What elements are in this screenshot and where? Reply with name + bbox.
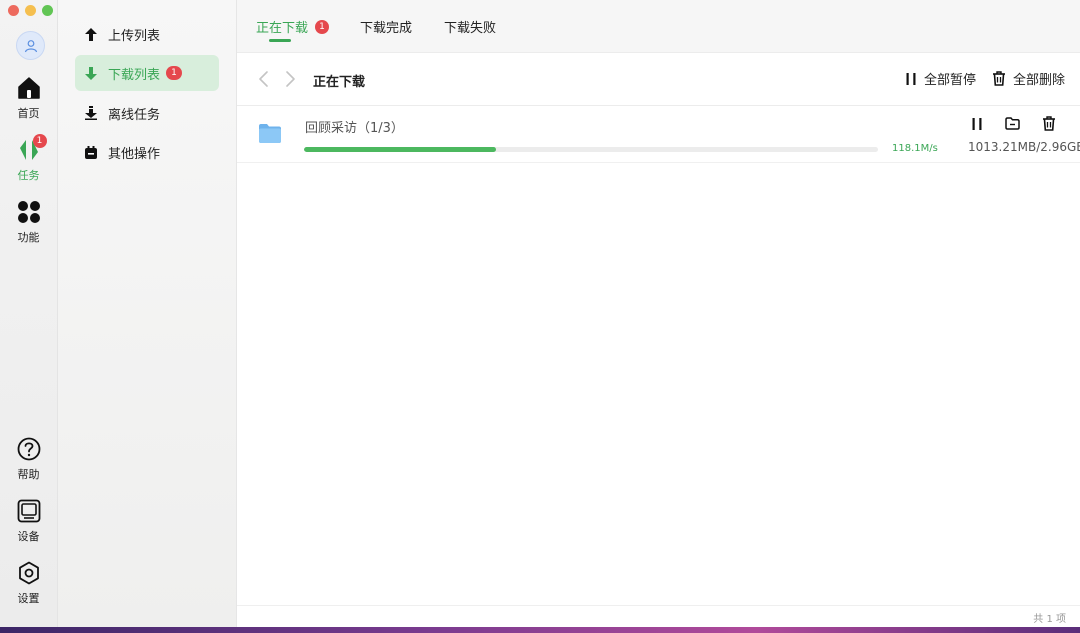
user-icon [24, 39, 37, 52]
tasks-badge: 1 [32, 134, 47, 148]
download-name: 回顾采访（1/3） [305, 121, 404, 136]
active-tab-indicator [269, 39, 291, 42]
offline-download-icon [84, 106, 98, 120]
forward-arrow-icon[interactable] [283, 70, 297, 88]
delete-all-button[interactable]: 全部删除 [992, 69, 1065, 88]
main-panel: 正在下载 1 下载完成 下载失败 正在下载 全部暂停 全部删除 回顾采访（1/3… [237, 0, 1080, 627]
subnav-item-label: 离线任务 [108, 107, 161, 123]
tab-label: 下载完成 [360, 21, 413, 36]
download-row[interactable]: 回顾采访（1/3） 118.1M/s 1013.21MB/2.96GB [237, 106, 1080, 163]
download-list-badge: 1 [166, 66, 183, 80]
transfer-icon: 1 [16, 134, 47, 163]
download-progress-bar [304, 147, 878, 152]
tab-downloading[interactable]: 正在下载 1 [256, 17, 330, 36]
download-size: 1013.21MB/2.96GB [968, 140, 1080, 154]
rail-item-label: 设备 [17, 530, 40, 543]
grid-dots-icon [16, 199, 42, 225]
rail-item-label: 设置 [17, 592, 40, 605]
item-count: 共 1 项 [1033, 614, 1066, 625]
device-icon [16, 498, 42, 524]
pause-icon [906, 72, 916, 85]
subnav-item-label: 上传列表 [108, 28, 161, 44]
downloading-badge: 1 [315, 19, 330, 34]
download-speed: 118.1M/s [892, 143, 938, 154]
rail-item-label: 任务 [17, 169, 40, 182]
rail-item-help[interactable]: 帮助 [0, 436, 57, 482]
pause-all-label: 全部暂停 [924, 73, 977, 88]
help-icon [16, 436, 42, 462]
tab-bar: 正在下载 1 下载完成 下载失败 [237, 0, 1080, 53]
arrow-down-icon [84, 66, 98, 80]
transfer-sidebar: 上传列表 下载列表 1 离线任务 其他操作 [58, 0, 237, 627]
left-rail: 首页 1 任务 功能 帮助 设备 设置 [0, 0, 58, 627]
subnav-item-label: 下载列表 [108, 67, 161, 83]
subnav-item-upload-list[interactable]: 上传列表 [75, 16, 219, 52]
rail-item-tasks[interactable]: 1 任务 [0, 134, 57, 183]
pause-all-button[interactable]: 全部暂停 [905, 69, 976, 88]
zoom-window-button[interactable] [42, 5, 53, 16]
delete-download-button[interactable] [1039, 115, 1058, 132]
pause-download-button[interactable] [967, 115, 986, 132]
rail-item-settings[interactable]: 设置 [0, 560, 57, 606]
tab-label: 正在下载 [256, 21, 309, 36]
status-footer: 共 1 项 [237, 605, 1080, 627]
rail-item-device[interactable]: 设备 [0, 498, 57, 544]
window-controls [8, 5, 53, 16]
toolbar-title: 正在下载 [313, 75, 366, 90]
avatar[interactable] [16, 31, 45, 60]
open-folder-button[interactable] [1003, 115, 1022, 132]
rail-item-label: 帮助 [17, 468, 40, 481]
back-arrow-icon[interactable] [257, 70, 271, 88]
folder-icon [259, 123, 281, 143]
subnav-item-label: 其他操作 [108, 146, 161, 162]
minimize-window-button[interactable] [25, 5, 36, 16]
desktop-background [0, 627, 1080, 633]
home-icon [16, 75, 42, 101]
trash-icon [993, 71, 1005, 86]
row-actions [967, 115, 1058, 132]
calendar-icon [84, 145, 98, 159]
tab-failed[interactable]: 下载失败 [444, 17, 496, 36]
close-window-button[interactable] [8, 5, 19, 16]
rail-item-label: 功能 [17, 231, 40, 244]
rail-item-home[interactable]: 首页 [0, 75, 57, 121]
delete-all-label: 全部删除 [1013, 73, 1066, 88]
list-toolbar: 正在下载 全部暂停 全部删除 [237, 53, 1080, 106]
pause-icon [972, 117, 981, 130]
subnav-item-offline-tasks[interactable]: 离线任务 [75, 95, 219, 131]
app-window: 首页 1 任务 功能 帮助 设备 设置 上传列表 下载列表 1 离线任务 其他操… [0, 0, 1080, 627]
tab-label: 下载失败 [444, 21, 497, 36]
tab-completed[interactable]: 下载完成 [360, 17, 412, 36]
download-progress-fill [304, 147, 496, 152]
subnav-item-download-list[interactable]: 下载列表 1 [75, 55, 219, 91]
arrow-up-icon [84, 27, 98, 41]
trash-icon [1042, 116, 1055, 131]
rail-item-features[interactable]: 功能 [0, 199, 57, 245]
subnav-item-other-operations[interactable]: 其他操作 [75, 134, 219, 170]
folder-outline-icon [1005, 117, 1020, 130]
rail-item-label: 首页 [17, 107, 40, 120]
settings-icon [16, 560, 42, 586]
